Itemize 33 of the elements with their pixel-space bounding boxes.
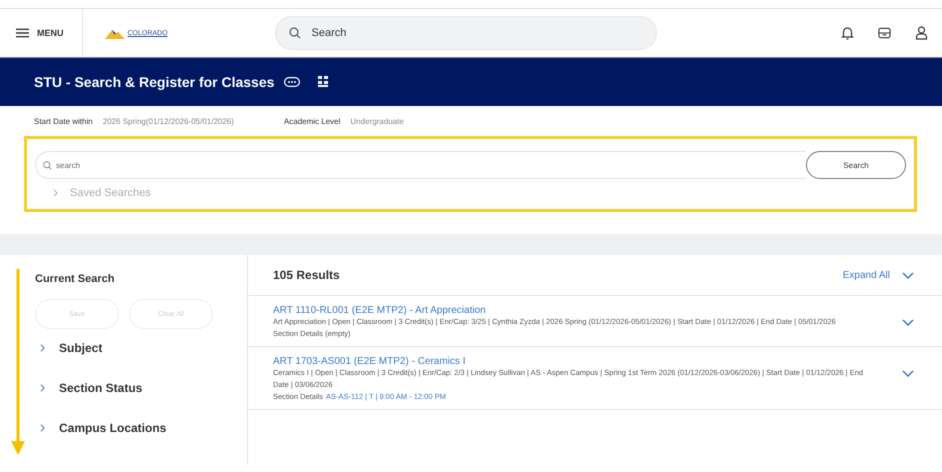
facet-toggle[interactable]: Section Status	[59, 381, 142, 395]
page-title: STU - Search & Register for Classes	[34, 74, 274, 90]
results-count: 105 Results	[273, 268, 340, 282]
search-field[interactable]: search	[35, 151, 806, 179]
course-title-link[interactable]: ART 1110-RL001 (E2E MTP2) - Art Appreciation	[273, 305, 902, 316]
sidebar-title: Current Search	[35, 273, 116, 285]
chevron-down-icon[interactable]	[902, 319, 914, 326]
chevron-down-icon[interactable]	[902, 370, 914, 377]
profile-icon[interactable]	[915, 26, 928, 40]
inbox-icon[interactable]	[878, 26, 891, 40]
chevron-right-icon[interactable]	[53, 189, 58, 197]
filter-value: 2026 Spring(01/12/2026-05/01/2026)	[102, 116, 234, 126]
filter-label: Academic Level	[284, 116, 340, 126]
search-field[interactable]: Search	[274, 16, 656, 50]
filter-value: Undergraduate	[350, 116, 404, 126]
menu-button[interactable]: MENU	[0, 28, 82, 38]
chevron-down-icon[interactable]	[902, 272, 914, 278]
filter-label: Start Date within	[34, 116, 93, 126]
mountain-icon	[104, 28, 124, 38]
search-icon	[43, 161, 52, 170]
course-title-link[interactable]: ART 1703-AS001 (E2E MTP2) - Ceramics I	[273, 356, 902, 367]
chevron-right-icon[interactable]	[40, 344, 45, 352]
grid-icon[interactable]	[318, 76, 328, 88]
chevron-right-icon[interactable]	[40, 384, 45, 392]
facet-toggle[interactable]: Subject	[59, 341, 102, 355]
menu-icon[interactable]	[16, 28, 29, 38]
facet-toggle[interactable]: Campus Locations	[59, 421, 166, 435]
search-icon	[288, 27, 300, 39]
expand-all-link[interactable]: Expand All	[842, 270, 890, 280]
notifications-icon[interactable]	[841, 26, 854, 40]
chevron-right-icon[interactable]	[40, 424, 45, 432]
more-icon[interactable]	[284, 77, 300, 87]
search-button[interactable]: Search	[806, 151, 906, 179]
